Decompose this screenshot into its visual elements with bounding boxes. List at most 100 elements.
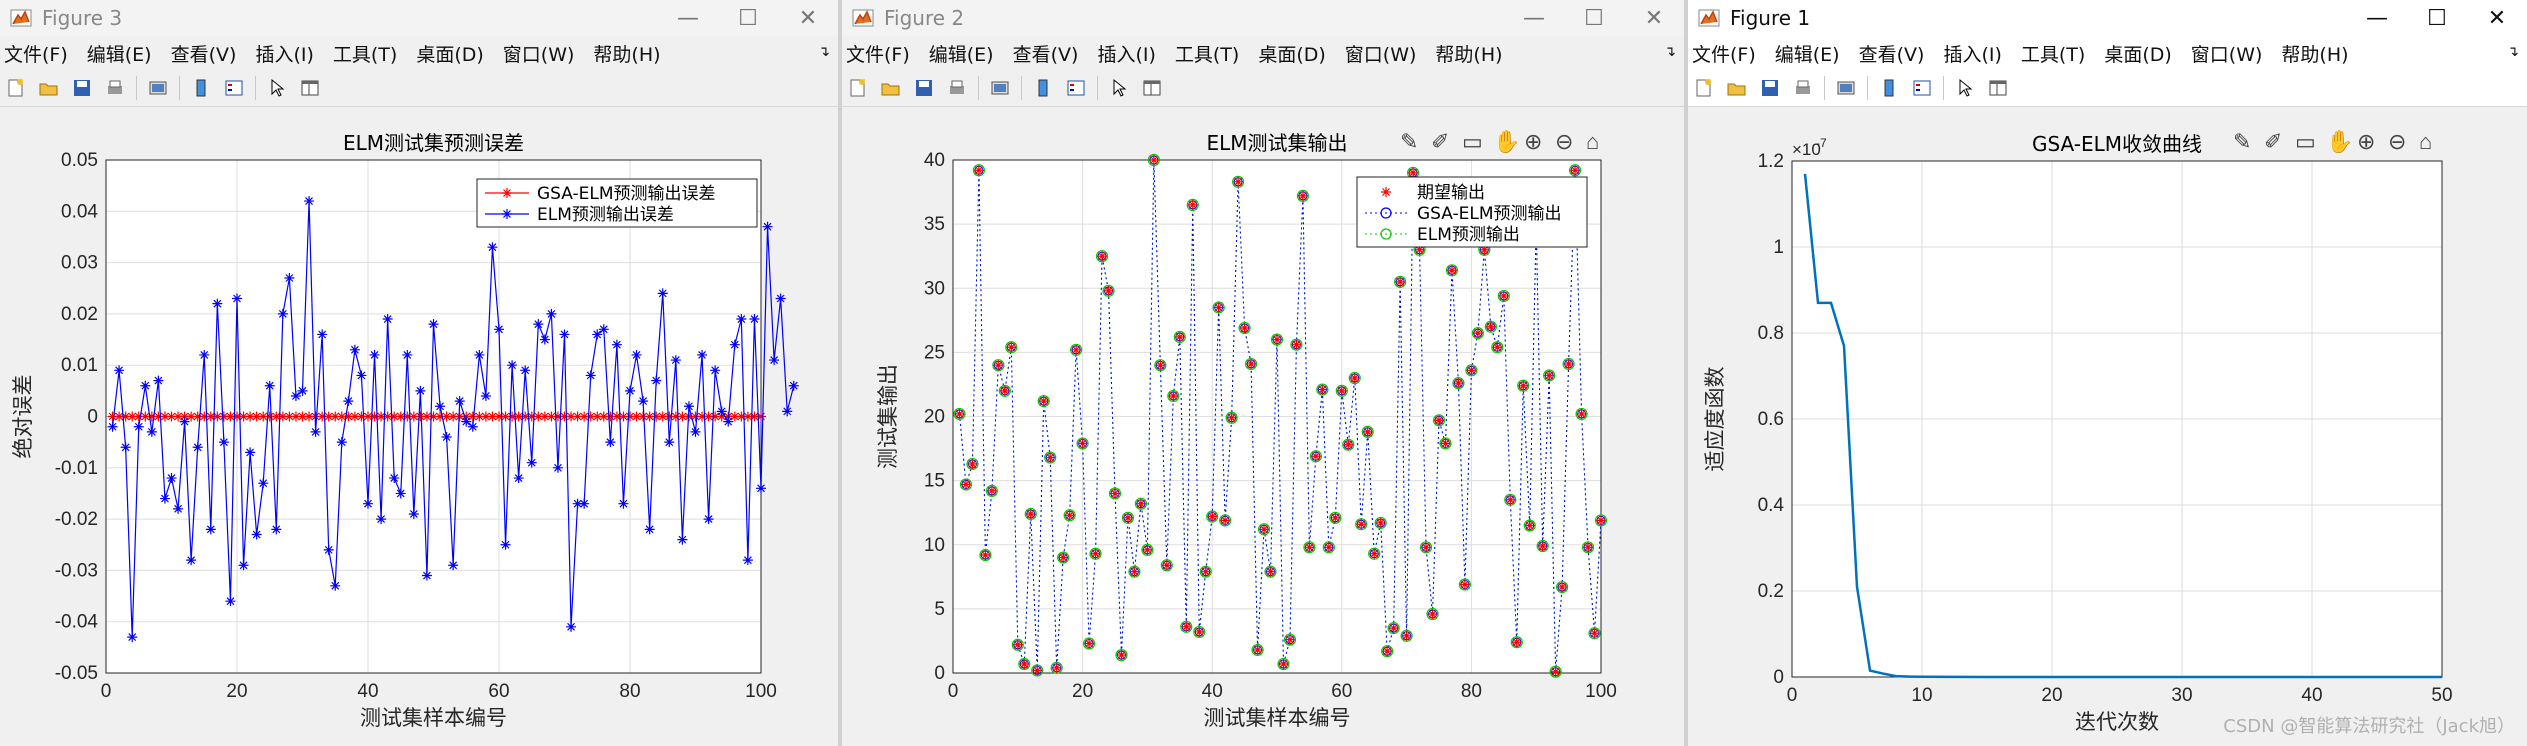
property-editor-icon[interactable] [298,76,322,100]
print-icon[interactable] [945,76,969,100]
link-plot-icon[interactable] [988,76,1012,100]
menu-insert[interactable]: 插入(I) [255,40,313,67]
legend-icon[interactable] [222,76,246,100]
minimize-icon[interactable]: — [1504,0,1564,36]
menu-view[interactable]: 查看(V) [1013,40,1079,67]
close-icon[interactable]: ✕ [1624,0,1684,36]
expected-output-point [1511,637,1522,648]
open-file-icon[interactable] [879,76,903,100]
link-plot-icon[interactable] [146,76,170,100]
elm-error-point [205,524,216,535]
menu-view[interactable]: 查看(V) [171,40,237,67]
new-figure-icon[interactable] [4,76,28,100]
maximize-icon[interactable]: ☐ [718,0,778,36]
colorbar-icon[interactable] [189,76,213,100]
menu-help[interactable]: 帮助(H) [593,40,660,67]
menu-edit[interactable]: 编辑(E) [1775,40,1840,67]
menu-insert[interactable]: 插入(I) [1943,40,2001,67]
elm-error-point [290,390,301,401]
open-file-icon[interactable] [1725,76,1749,100]
zoom-in-icon: ⊕ [1524,129,1542,154]
elm-error-point [173,503,184,514]
legend-label: ELM预测输出误差 [537,205,674,225]
minimize-icon[interactable]: — [2347,0,2407,36]
close-icon[interactable]: ✕ [2467,0,2527,36]
menu-window[interactable]: 窗口(W) [503,40,575,67]
y-axis-label: 绝对误差 [11,375,35,459]
menu-help[interactable]: 帮助(H) [1435,40,1502,67]
maximize-icon[interactable]: ☐ [1564,0,1624,36]
y-tick-label: 30 [924,278,945,299]
title-bar[interactable]: Figure 3 — ☐ ✕ [0,0,838,36]
menu-window[interactable]: 窗口(W) [1345,40,1417,67]
elm-error-point [769,355,780,366]
menu-tools[interactable]: 工具(T) [1175,40,1239,67]
expected-output-point [1006,342,1017,353]
menu-file[interactable]: 文件(F) [1692,40,1756,67]
close-icon[interactable]: ✕ [778,0,838,36]
menu-window[interactable]: 窗口(W) [2191,40,2263,67]
menu-view[interactable]: 查看(V) [1859,40,1925,67]
menu-edit[interactable]: 编辑(E) [929,40,994,67]
new-figure-icon[interactable] [846,76,870,100]
menu-help[interactable]: 帮助(H) [2281,40,2348,67]
elm-error-point [159,493,170,504]
new-figure-icon[interactable] [1692,76,1716,100]
menu-desktop[interactable]: 桌面(D) [2104,40,2171,67]
expected-output-point [1349,373,1360,384]
menu-file[interactable]: 文件(F) [846,40,910,67]
menu-tools[interactable]: 工具(T) [2021,40,2085,67]
property-editor-icon[interactable] [1986,76,2010,100]
save-icon[interactable] [70,76,94,100]
figure1-window: Figure 1 — ☐ ✕ 文件(F) 编辑(E) 查看(V) 插入(I) 工… [1688,0,2527,746]
y-tick-label: 0.8 [1758,323,1784,344]
edit-plot-arrow-icon[interactable] [1107,76,1131,100]
open-file-icon[interactable] [37,76,61,100]
edit-plot-arrow-icon[interactable] [1953,76,1977,100]
toolbar-separator [978,76,979,100]
legend-label: 期望输出 [1417,183,1485,203]
legend-icon[interactable] [1064,76,1088,100]
menu-overflow-icon[interactable]: ↴ [818,44,830,60]
data-tip-icon: ✐ [1431,129,1449,154]
elm-error-point [363,498,373,509]
menu-insert[interactable]: 插入(I) [1097,40,1155,67]
window-title: Figure 3 [42,6,123,30]
edit-plot-arrow-icon[interactable] [265,76,289,100]
print-icon[interactable] [1791,76,1815,100]
maximize-icon[interactable]: ☐ [2407,0,2467,36]
expected-output-point [1518,380,1529,391]
menu-edit[interactable]: 编辑(E) [87,40,152,67]
output-chart: 0 20 40 60 80 100 0 5 10 15 20 25 30 35 40 ELM测试集输出测试集样… [876,129,1617,730]
title-bar[interactable]: Figure 1 — ☐ ✕ [1688,0,2527,36]
elm-error-point [710,365,721,376]
legend-icon[interactable] [1910,76,1934,100]
y-tick-label: 0 [87,407,98,428]
property-editor-icon[interactable] [1140,76,1164,100]
menu-tools[interactable]: 工具(T) [333,40,397,67]
expected-output-point [1589,628,1600,639]
pan-icon: ✋ [1493,129,1520,154]
menu-file[interactable]: 文件(F) [4,40,68,67]
elm-error-point [461,416,472,427]
menu-overflow-icon[interactable]: ↴ [2507,44,2519,60]
elm-error-point [271,524,282,535]
elm-error-point [736,314,747,325]
title-bar[interactable]: Figure 2 — ☐ ✕ [842,0,1684,36]
save-icon[interactable] [912,76,936,100]
link-plot-icon[interactable] [1834,76,1858,100]
minimize-icon[interactable]: — [658,0,718,36]
zoom-in-icon: ⊕ [2357,129,2375,154]
x-tick-label: 20 [2041,685,2062,706]
menu-overflow-icon[interactable]: ↴ [1664,44,1676,60]
x-axis-label: 测试集样本编号 [1204,706,1351,730]
expected-output-point [1362,426,1373,437]
menu-desktop[interactable]: 桌面(D) [416,40,483,67]
figure2-canvas: 0 20 40 60 80 100 0 5 10 15 20 25 30 35 40 ELM测试集输出 测试集样… [842,107,1684,746]
menu-desktop[interactable]: 桌面(D) [1258,40,1325,67]
colorbar-icon[interactable] [1877,76,1901,100]
print-icon[interactable] [103,76,127,100]
colorbar-icon[interactable] [1031,76,1055,100]
save-icon[interactable] [1758,76,1782,100]
elm-error-point [664,437,675,448]
